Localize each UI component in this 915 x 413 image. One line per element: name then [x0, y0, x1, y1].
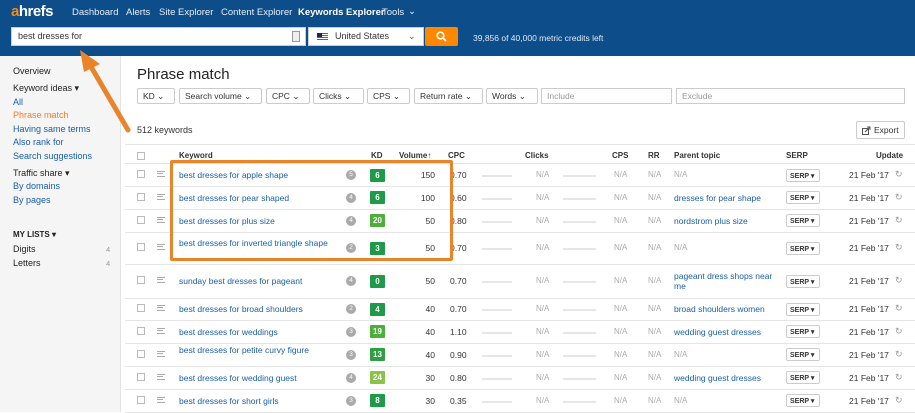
annotation-arrow-icon — [80, 50, 131, 133]
